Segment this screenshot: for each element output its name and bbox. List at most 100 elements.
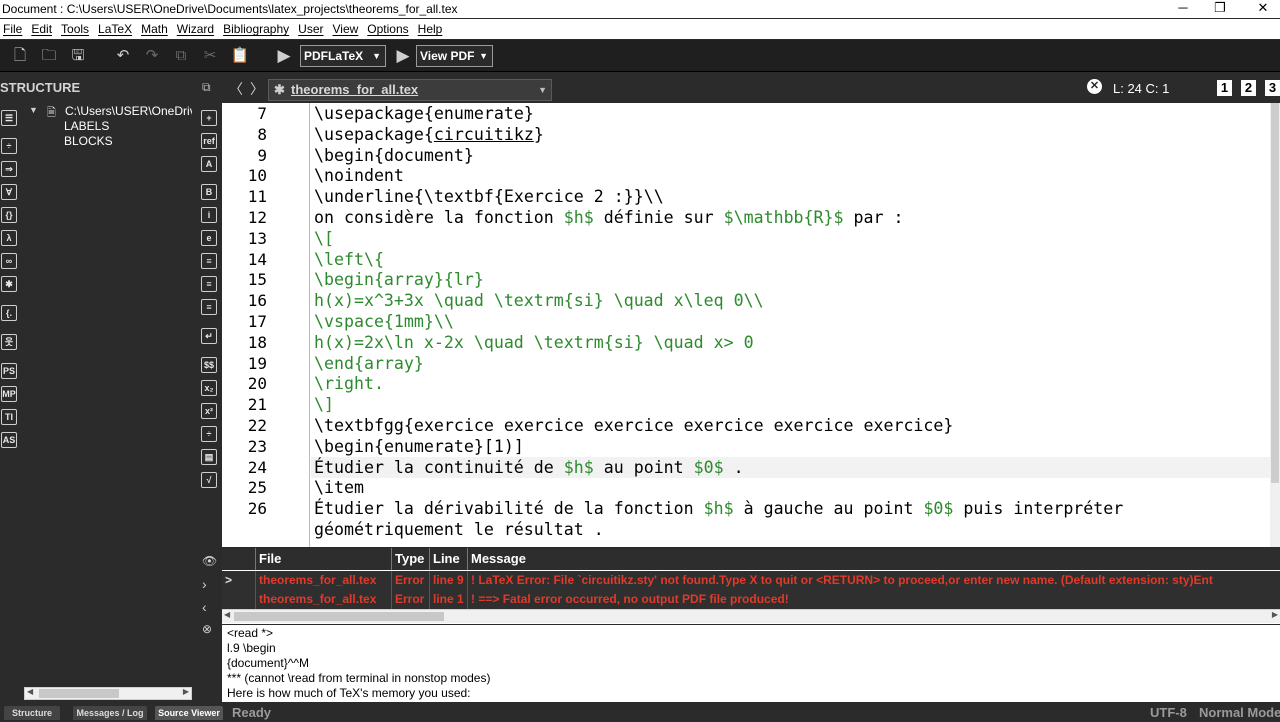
messages-hscrollbar[interactable]: ◀ ▶	[222, 609, 1280, 623]
chevron-right-icon[interactable]: ›	[202, 576, 207, 592]
code-line[interactable]: \vspace{1mm}\\	[314, 312, 454, 331]
message-column-header[interactable]: Message	[468, 548, 1280, 570]
insert-icon[interactable]: +	[201, 110, 217, 126]
code-line[interactable]: on considère la fonction $h$ définie sur…	[314, 208, 903, 227]
log-output[interactable]: <read *> l.9 \begin {document}^^M *** (c…	[222, 625, 1280, 702]
menu-math[interactable]: Math	[138, 22, 174, 36]
code-line[interactable]: \[	[314, 229, 334, 248]
compiler-select[interactable]: PDFLaTeX ▼	[300, 45, 386, 67]
code-line[interactable]: \textbfgg{exercice exercice exercice exe…	[314, 416, 953, 435]
tree-collapse-icon[interactable]: ▼	[29, 105, 38, 115]
undock-icon[interactable]: ⧉	[202, 80, 211, 95]
file-column-header[interactable]: File	[256, 548, 392, 570]
chevron-left-icon[interactable]: ‹	[202, 599, 207, 615]
chevron-down-icon[interactable]: ▼	[538, 80, 547, 100]
type-column-header[interactable]: Type	[392, 548, 430, 570]
metapost-icon[interactable]: MP	[1, 386, 17, 402]
align-center-icon[interactable]: ≡	[201, 276, 217, 292]
redo-icon[interactable]: ↷	[142, 46, 162, 66]
menu-latex[interactable]: LaTeX	[95, 22, 138, 36]
infinity-icon[interactable]: ∞	[1, 253, 17, 269]
edit-mode-indicator[interactable]: Normal Mode	[1199, 704, 1280, 722]
newline-icon[interactable]: ↵	[201, 328, 217, 344]
menu-bibliography[interactable]: Bibliography	[220, 22, 295, 36]
forall-icon[interactable]: ∀	[1, 184, 17, 200]
clear-icon[interactable]: ⊗	[202, 622, 212, 636]
code-line[interactable]: \]	[314, 395, 334, 414]
pstricks-icon[interactable]: PS	[1, 363, 17, 379]
asymptote-icon[interactable]: AS	[1, 432, 17, 448]
divide-icon[interactable]: ÷	[1, 138, 17, 154]
code-line[interactable]: \noindent	[314, 166, 404, 185]
table-row[interactable]: > theorems_for_all.tex Error line 9 ! La…	[222, 571, 1280, 590]
list-icon[interactable]: ☰	[1, 110, 17, 126]
menu-options[interactable]: Options	[364, 22, 414, 36]
tree-root[interactable]: C:\Users\USER\OneDrive	[65, 104, 192, 118]
chevron-left-icon[interactable]: 〈	[229, 79, 243, 99]
code-line[interactable]: \begin{document}	[314, 146, 474, 165]
run-view-icon[interactable]: ▶	[393, 46, 413, 66]
scroll-left-icon[interactable]: ◀	[224, 610, 230, 619]
tab-source-viewer[interactable]: Source Viewer	[155, 706, 223, 720]
tikz-icon[interactable]: TI	[1, 409, 17, 425]
code-line[interactable]: \right.	[314, 374, 384, 393]
undo-icon[interactable]: ↶	[113, 46, 133, 66]
compile-icon[interactable]: ▶	[274, 46, 294, 66]
sqrt-icon[interactable]: √	[201, 472, 217, 488]
italic-icon[interactable]: i	[201, 207, 217, 223]
code-line[interactable]: \usepackage{circuitikz}	[314, 125, 544, 144]
row-file[interactable]: theorems_for_all.tex	[256, 590, 392, 609]
align-right-icon[interactable]: ≡	[201, 299, 217, 315]
chevron-right-icon[interactable]: 〉	[250, 79, 264, 99]
save-icon[interactable]: 🖫	[68, 46, 88, 66]
line-column-header[interactable]: Line	[430, 548, 468, 570]
scroll-left-icon[interactable]: ◀	[27, 687, 33, 696]
code-editor[interactable]: 7 8 9 10 11 12 13 14 15 16 17 18 19 20 21 22 23 24 25 26 \u…	[222, 103, 1280, 547]
row-line[interactable]: line 1	[430, 590, 468, 609]
tree-item-labels[interactable]: LABELS	[64, 119, 109, 133]
code-line[interactable]: \end{array}	[314, 354, 424, 373]
scroll-thumb[interactable]	[234, 612, 444, 621]
asterisk-icon[interactable]: ✱	[1, 276, 17, 292]
row-file[interactable]: theorems_for_all.tex	[256, 571, 392, 590]
ref-icon[interactable]: ref	[201, 133, 217, 149]
paste-icon[interactable]: 📋	[230, 46, 250, 66]
menu-help[interactable]: Help	[415, 22, 449, 36]
tab-messages-log[interactable]: Messages / Log	[73, 706, 147, 720]
tab-theorems-for-all[interactable]: ✱ theorems_for_all.tex ▼	[268, 79, 552, 101]
left-delimiter-icon[interactable]: {.	[1, 305, 17, 321]
scroll-right-icon[interactable]: ▶	[1272, 610, 1278, 619]
editor-vscrollbar[interactable]	[1270, 103, 1280, 547]
close-button[interactable]: ✕	[1240, 0, 1280, 18]
code-line[interactable]: h(x)=x^3+3x \quad \textrm{si} \quad x\le…	[314, 291, 764, 310]
scroll-thumb[interactable]	[1271, 103, 1279, 483]
restore-button[interactable]: ❐	[1197, 0, 1243, 18]
encoding-indicator[interactable]: UTF-8	[1150, 704, 1187, 722]
align-left-icon[interactable]: ≡	[201, 253, 217, 269]
bold-icon[interactable]: B	[201, 184, 217, 200]
fraction-icon[interactable]: ÷	[201, 426, 217, 442]
menu-tools[interactable]: Tools	[58, 22, 95, 36]
font-size-icon[interactable]: A	[201, 156, 217, 172]
code-line[interactable]: \usepackage{enumerate}	[314, 104, 534, 123]
table-row[interactable]: theorems_for_all.tex Error line 1 ! ==> …	[222, 590, 1280, 609]
viewer-select[interactable]: View PDF ▼	[416, 45, 493, 67]
code-line[interactable]: \begin{enumerate}[1)]	[314, 437, 524, 456]
code-line[interactable]: \begin{array}{lr}	[314, 270, 484, 289]
scroll-right-icon[interactable]: ▶	[183, 687, 189, 696]
emph-icon[interactable]: e	[201, 230, 217, 246]
arrow-right-icon[interactable]: ⇒	[1, 161, 17, 177]
structure-hscrollbar[interactable]: ◀ ▶	[24, 687, 192, 700]
code-line[interactable]: \item	[314, 478, 364, 497]
view-1-button[interactable]: 1	[1217, 80, 1232, 96]
menu-view[interactable]: View	[330, 22, 365, 36]
subscript-icon[interactable]: x₂	[201, 380, 217, 396]
menu-file[interactable]: File	[0, 22, 28, 36]
row-line[interactable]: line 9	[430, 571, 468, 590]
code-line[interactable]: h(x)=2x\ln x-2x \quad \textrm{si} \quad …	[314, 333, 754, 352]
code-line[interactable]: Étudier la continuité de $h$ au point $0…	[314, 458, 744, 477]
scroll-thumb[interactable]	[39, 689, 119, 698]
dfrac-icon[interactable]: ▤	[201, 449, 217, 465]
view-3-button[interactable]: 3	[1265, 80, 1280, 96]
close-tab-icon[interactable]: ✕	[1087, 79, 1102, 94]
